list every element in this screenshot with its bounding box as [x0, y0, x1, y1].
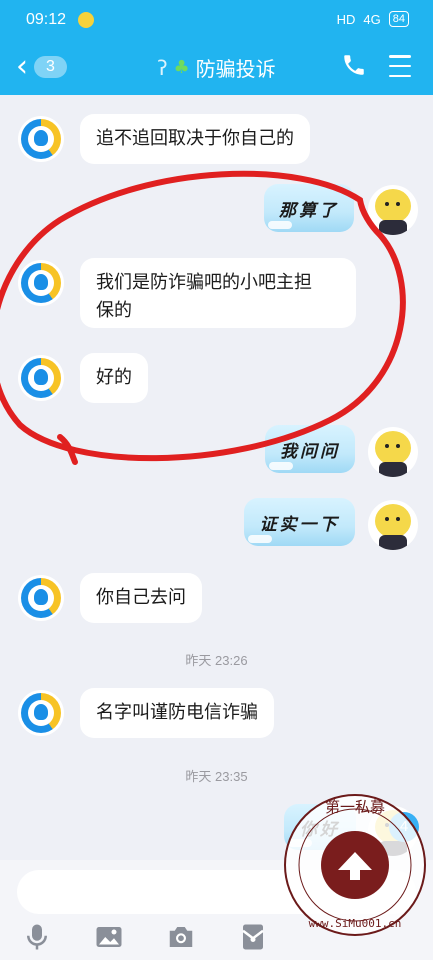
signal-strength: 4G	[363, 11, 381, 27]
message-bubble-incoming: 好的	[80, 353, 148, 403]
notification-icon	[78, 12, 94, 28]
user-avatar[interactable]	[368, 185, 418, 235]
camera-icon[interactable]	[166, 922, 196, 952]
chat-title: ʔ ♣ 防骗投诉	[0, 53, 433, 82]
svg-text:www.SiMu001.cn: www.SiMu001.cn	[309, 917, 402, 930]
menu-icon[interactable]	[389, 55, 411, 77]
user-avatar[interactable]	[368, 427, 418, 477]
message-timestamp: 昨天 23:35	[185, 769, 248, 784]
message-bubble-incoming: 名字叫谨防电信诈骗	[80, 688, 274, 738]
image-icon[interactable]	[94, 922, 124, 952]
red-packet-icon[interactable]	[238, 922, 268, 952]
sprout-icon: ♣	[173, 57, 190, 78]
message-bubble-incoming: 追不追回取决于你自己的	[80, 114, 310, 164]
chat-header: ‹ 3 ʔ ♣ 防骗投诉	[0, 40, 433, 95]
svg-text:第一私募: 第一私募	[325, 798, 385, 816]
network-type: HD	[336, 11, 356, 27]
phone-icon[interactable]	[341, 52, 367, 80]
contact-avatar[interactable]	[18, 355, 64, 401]
message-bubble-outgoing: 证实一下	[244, 498, 355, 546]
battery-level: 84	[388, 11, 409, 27]
message-bubble-incoming: 你自己去问	[80, 573, 202, 623]
contact-avatar[interactable]	[18, 690, 64, 736]
contact-avatar[interactable]	[18, 116, 64, 162]
status-bar: 09:12 HD 4G 84	[0, 0, 433, 40]
contact-avatar[interactable]	[18, 260, 64, 306]
ear-icon: ʔ	[157, 55, 168, 80]
chat-title-text: 防骗投诉	[195, 57, 276, 81]
watermark-logo: 第一私募 www.SiMu001.cn	[284, 794, 426, 936]
message-bubble-incoming: 我们是防诈骗吧的小吧主担 保的	[80, 258, 356, 328]
message-timestamp: 昨天 23:26	[185, 653, 248, 668]
contact-avatar[interactable]	[18, 575, 64, 621]
user-avatar[interactable]	[368, 500, 418, 550]
status-time: 09:12	[26, 11, 67, 28]
status-indicators: HD 4G 84	[337, 11, 409, 27]
message-bubble-outgoing: 那算了	[264, 184, 354, 232]
microphone-icon[interactable]	[22, 922, 52, 952]
message-bubble-outgoing: 我问问	[265, 425, 355, 473]
